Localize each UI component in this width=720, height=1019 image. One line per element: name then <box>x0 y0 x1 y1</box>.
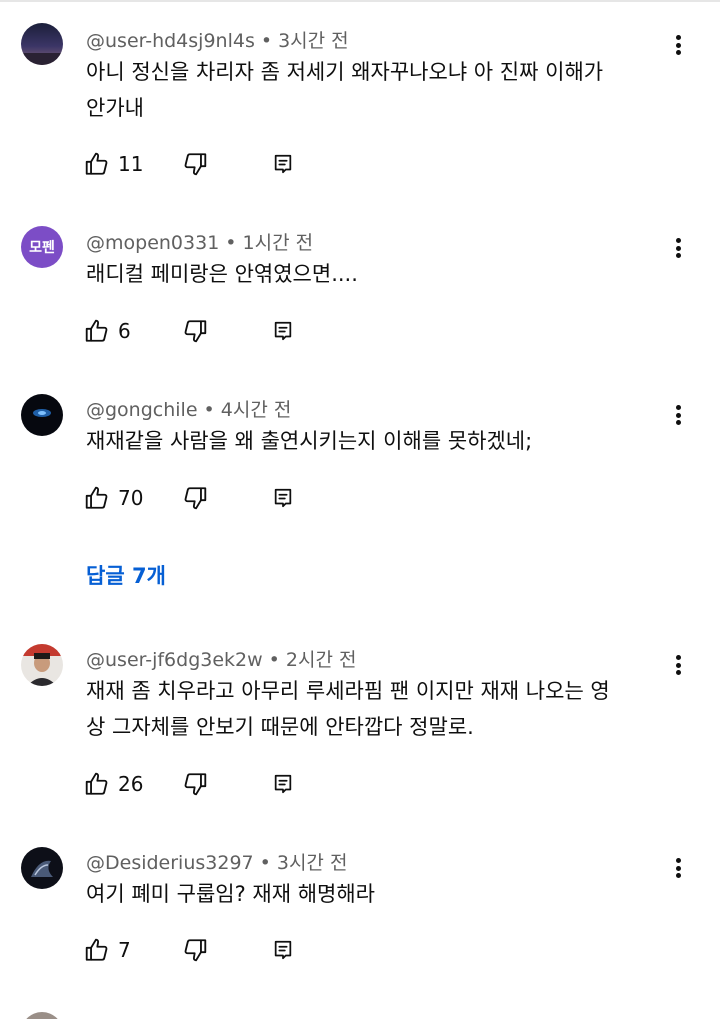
avatar-initials: 모펜 <box>29 240 55 256</box>
avatar[interactable] <box>21 644 63 686</box>
comment-meta: @Desiderius3297 • 3시간 전 <box>86 848 347 875</box>
comment-actions: 70 <box>84 483 294 513</box>
meta-separator: • <box>260 30 273 52</box>
comment-text: 재재 좀 치우라고 아무리 루세라핌 팬 이지만 재재 나오는 영 상 그자체를… <box>86 673 676 745</box>
comment-meta: @gongchile • 4시간 전 <box>86 395 291 422</box>
comment-text-line: 아니 정신을 차리자 좀 저세기 왜자꾸나오냐 아 진짜 이해가 <box>86 60 604 84</box>
reply-button[interactable] <box>272 153 294 175</box>
comment-meta: @mopen0331 • 1시간 전 <box>86 228 313 255</box>
meta-separator: • <box>225 232 237 254</box>
like-button[interactable]: 7 <box>84 937 182 963</box>
comment-text: 재재같을 사람을 왜 출연시키는지 이해를 못하겠네; <box>86 423 676 459</box>
like-button[interactable]: 26 <box>84 771 182 797</box>
like-count: 11 <box>118 152 144 176</box>
dislike-button[interactable] <box>182 771 272 797</box>
avatar[interactable]: 모펜 <box>21 226 63 268</box>
comment-text-line: 안가내 <box>86 96 144 120</box>
avatar[interactable] <box>21 1012 63 1019</box>
like-count: 26 <box>118 772 144 796</box>
comment-time: 2시간 전 <box>285 649 357 671</box>
meta-separator: • <box>203 399 215 421</box>
thumbs-down-icon <box>184 320 207 343</box>
reply-button[interactable] <box>272 773 294 795</box>
avatar[interactable] <box>21 23 63 65</box>
comment-author[interactable]: @mopen0331 <box>86 232 219 254</box>
comment-author[interactable]: @user-jf6dg3ek2w <box>86 649 263 671</box>
comment-actions: 26 <box>84 769 294 799</box>
meta-separator: • <box>259 852 271 874</box>
comment-author[interactable]: @gongchile <box>86 399 198 421</box>
reply-comment-icon <box>274 488 292 508</box>
avatar[interactable] <box>21 394 63 436</box>
reply-comment-icon <box>274 940 292 960</box>
dislike-button[interactable] <box>182 151 272 177</box>
dislike-button[interactable] <box>182 485 272 511</box>
top-divider <box>0 0 720 2</box>
comment-actions: 7 <box>84 935 294 965</box>
comment-text: 아니 정신을 차리자 좀 저세기 왜자꾸나오냐 아 진짜 이해가 안가내 <box>86 54 676 126</box>
thumbs-down-icon <box>184 153 207 176</box>
thumbs-down-icon <box>184 773 207 796</box>
comment-actions: 6 <box>84 316 294 346</box>
reply-button[interactable] <box>272 487 294 509</box>
like-count: 70 <box>118 486 144 510</box>
thumbs-up-icon <box>85 938 108 961</box>
dislike-button[interactable] <box>182 937 272 963</box>
like-button[interactable]: 70 <box>84 485 182 511</box>
comment-text-line: 재재같을 사람을 왜 출연시키는지 이해를 못하겠네; <box>86 429 533 453</box>
comment-text: 래디컬 페미랑은 안엮였으면.... <box>86 256 676 292</box>
view-replies-link[interactable]: 답글 7개 <box>86 560 166 590</box>
comment-meta: @user-jf6dg3ek2w • 2시간 전 <box>86 645 356 672</box>
reply-comment-icon <box>274 321 292 341</box>
comment-text-line: 상 그자체를 안보기 때문에 안타깝다 정말로. <box>86 715 474 739</box>
comment-time: 3시간 전 <box>278 30 349 52</box>
reply-button[interactable] <box>272 939 294 961</box>
like-count: 6 <box>118 319 131 343</box>
comment-text: 여기 폐미 구룹임? 재재 해명해라 <box>86 876 676 912</box>
comment-text-line: 재재 좀 치우라고 아무리 루세라핌 팬 이지만 재재 나오는 영 <box>86 679 610 703</box>
thumbs-down-icon <box>184 939 207 962</box>
thumbs-up-icon <box>85 152 108 175</box>
like-button[interactable]: 6 <box>84 318 182 344</box>
comment-time: 4시간 전 <box>220 399 292 421</box>
reply-comment-icon <box>274 774 292 794</box>
comment-time: 3시간 전 <box>276 852 348 874</box>
comment-text-line: 여기 폐미 구룹임? 재재 해명해라 <box>86 882 376 906</box>
comment-time: 1시간 전 <box>242 232 314 254</box>
avatar[interactable] <box>21 847 63 889</box>
thumbs-up-icon <box>85 772 108 795</box>
thumbs-down-icon <box>184 487 207 510</box>
thumbs-up-icon <box>85 319 108 342</box>
like-button[interactable]: 11 <box>84 151 182 177</box>
comment-meta: @user-hd4sj9nl4s • 3시간 전 <box>86 26 349 53</box>
reply-comment-icon <box>274 154 292 174</box>
reply-button[interactable] <box>272 320 294 342</box>
thumbs-up-icon <box>85 486 108 509</box>
comment-text-line: 래디컬 페미랑은 안엮였으면.... <box>86 262 358 286</box>
comment-actions: 11 <box>84 149 294 179</box>
like-count: 7 <box>118 938 131 962</box>
comment-author[interactable]: @user-hd4sj9nl4s <box>86 30 255 52</box>
dislike-button[interactable] <box>182 318 272 344</box>
comment-author[interactable]: @Desiderius3297 <box>86 852 254 874</box>
meta-separator: • <box>268 649 280 671</box>
